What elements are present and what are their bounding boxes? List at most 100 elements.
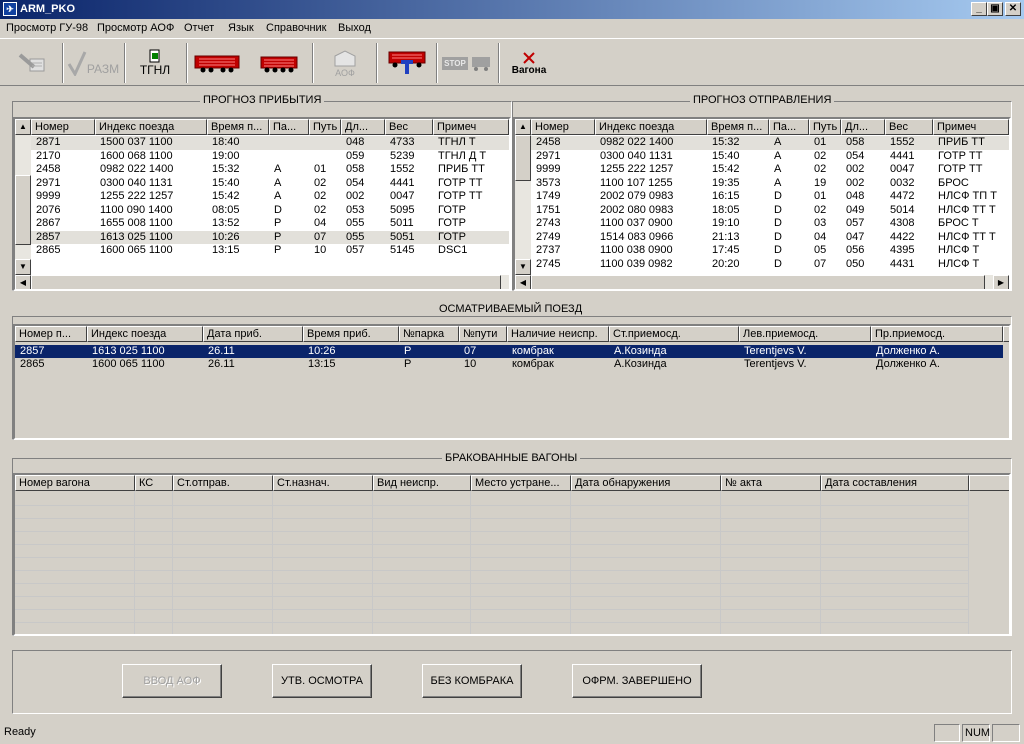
column-header[interactable]: Примеч — [433, 119, 509, 135]
table-row[interactable]: 2170 1600 068 1100 19:00 059 5239 ТГНЛ Д Т — [31, 150, 509, 164]
minimize-button[interactable]: _ — [971, 2, 987, 16]
column-header[interactable]: Наличие неиспр. — [507, 326, 609, 342]
table-cell: 1100 037 0900 — [600, 217, 673, 229]
column-header[interactable]: Индекс поезда — [595, 119, 707, 135]
table-cell: A — [274, 163, 282, 175]
column-header[interactable]: Дата обнаружения — [571, 475, 721, 491]
toolbar-aof-button[interactable]: АОФ — [318, 43, 372, 83]
table-row[interactable]: 2749 1514 083 0966 21:13 D 04 047 4422 НЛСФ ТТ … — [531, 231, 1009, 245]
column-header[interactable]: Номер вагона — [15, 475, 135, 491]
utv-osmotra-button[interactable]: УТВ. ОСМОТРА — [272, 664, 372, 698]
column-header[interactable]: Путь — [809, 119, 841, 135]
toolbar-razm-button[interactable]: РАЗМ — [66, 43, 120, 83]
column-header[interactable]: Ст.отправ. — [173, 475, 273, 491]
arrival-hscrollbar[interactable]: ◀ — [15, 275, 509, 289]
table-cell: 05 — [814, 244, 827, 256]
table-row[interactable]: 2458 0982 022 1400 15:32 A 01 058 1552 ПРИБ ТТ — [531, 136, 1009, 150]
toolbar-repair-button[interactable] — [380, 43, 434, 83]
table-row[interactable]: 2867 1655 008 1100 13:52 P 04 055 5011 ГОТР — [31, 217, 509, 231]
close-window-button[interactable]: ✕ — [1005, 2, 1021, 16]
table-row[interactable]: 2857 1613 025 1100 10:26 P 07 055 5051 ГОТР — [31, 230, 509, 244]
table-row[interactable]: 2745 1100 039 0982 20:20 D 07 050 4431 НЛСФ Т — [531, 258, 1009, 272]
departure-hscrollbar[interactable]: ◀ ▶ — [515, 275, 1009, 289]
scroll-right-arrow[interactable]: ▶ — [993, 275, 1009, 289]
table-cell: 04 — [314, 217, 327, 229]
scroll-left-arrow[interactable]: ◀ — [15, 275, 31, 289]
departure-vscrollbar[interactable]: ▲ ▼ — [515, 119, 531, 275]
column-header[interactable]: №парка — [399, 326, 459, 342]
scroll-thumb[interactable] — [15, 175, 31, 245]
column-header[interactable]: Дл... — [841, 119, 885, 135]
scroll-thumb[interactable] — [31, 275, 501, 289]
column-header[interactable]: № акта — [721, 475, 821, 491]
table-row[interactable]: 2971 0300 040 1131 15:40 A 02 054 4441 ГОТР ТТ — [531, 150, 1009, 164]
grid-line — [15, 609, 969, 610]
scroll-down-arrow[interactable]: ▼ — [15, 259, 31, 275]
column-header[interactable]: КС — [135, 475, 173, 491]
column-header[interactable]: Время п... — [207, 119, 269, 135]
menu-view-aof[interactable]: Просмотр АОФ — [97, 22, 174, 34]
scroll-up-arrow[interactable]: ▲ — [515, 119, 531, 135]
toolbar-train-all-button[interactable] — [190, 43, 244, 83]
column-header[interactable]: Номер — [31, 119, 95, 135]
column-header[interactable]: Па... — [269, 119, 309, 135]
column-header[interactable]: Пр.приемосд. — [871, 326, 1003, 342]
column-header[interactable]: Путь — [309, 119, 341, 135]
table-row[interactable]: 2857 1613 025 1100 26.11 10:26 P 07 комбрак А.К… — [15, 345, 1003, 358]
menu-report[interactable]: Отчет — [184, 22, 214, 34]
column-header[interactable]: Место устране... — [471, 475, 571, 491]
table-row[interactable]: 1751 2002 080 0983 18:05 D 02 049 5014 НЛСФ ТТ … — [531, 204, 1009, 218]
table-row[interactable]: 2458 0982 022 1400 15:32 A 01 058 1552 ПРИБ ТТ — [31, 163, 509, 177]
column-header[interactable]: Время приб. — [303, 326, 399, 342]
column-header[interactable]: Па... — [769, 119, 809, 135]
grid-line — [470, 491, 471, 634]
scroll-thumb[interactable] — [531, 275, 985, 289]
vvod-aof-button[interactable]: ВВОД АОФ — [122, 664, 222, 698]
scroll-down-arrow[interactable]: ▼ — [515, 259, 531, 275]
column-header[interactable]: Лев.приемосд. — [739, 326, 871, 342]
column-header[interactable]: Индекс поезда — [87, 326, 203, 342]
toolbar-edit-button[interactable] — [6, 43, 60, 83]
column-header[interactable]: Ст.приемосд. — [609, 326, 739, 342]
column-header[interactable]: Дата приб. — [203, 326, 303, 342]
toolbar-tgnl-button[interactable]: ТГНЛ — [128, 43, 182, 83]
scroll-thumb[interactable] — [515, 135, 531, 181]
column-header[interactable]: Вид неиспр. — [373, 475, 471, 491]
table-row[interactable]: 2971 0300 040 1131 15:40 A 02 054 4441 ГОТР ТТ — [31, 177, 509, 191]
table-row[interactable]: 3573 1100 107 1255 19:35 A 19 002 0032 БРОС — [531, 177, 1009, 191]
column-header[interactable]: №пути — [459, 326, 507, 342]
table-row[interactable]: 2743 1100 037 0900 19:10 D 03 057 4308 БРОС Т — [531, 217, 1009, 231]
menu-reference[interactable]: Справочник — [266, 22, 327, 34]
table-row[interactable]: 2865 1600 065 1100 13:15 P 10 057 5145 DSC1 — [31, 244, 509, 258]
table-row[interactable]: 1749 2002 079 0983 16:15 D 01 048 4472 НЛСФ ТП … — [531, 190, 1009, 204]
menu-language[interactable]: Язык — [228, 22, 254, 34]
arrival-vscrollbar[interactable]: ▲ ▼ — [15, 119, 31, 275]
column-header[interactable]: Дата составления — [821, 475, 969, 491]
column-header[interactable]: Примеч — [933, 119, 1009, 135]
column-header[interactable]: Номер п... — [15, 326, 87, 342]
column-header[interactable]: Номер — [531, 119, 595, 135]
table-row[interactable]: 2076 1100 090 1400 08:05 D 02 053 5095 ГОТР — [31, 204, 509, 218]
table-row[interactable]: 9999 1255 222 1257 15:42 A 02 002 0047 ГОТР ТТ — [531, 163, 1009, 177]
toolbar-stop-button[interactable]: STOP — [440, 43, 494, 83]
scroll-left-arrow[interactable]: ◀ — [515, 275, 531, 289]
column-header[interactable]: Дл... — [341, 119, 385, 135]
column-header[interactable]: Ст.назнач. — [273, 475, 373, 491]
bez-kombraka-button[interactable]: БЕЗ КОМБРАКА — [422, 664, 522, 698]
table-row[interactable]: 9999 1255 222 1257 15:42 A 02 002 0047 ГОТР ТТ — [31, 190, 509, 204]
menu-view-gu98[interactable]: Просмотр ГУ-98 — [6, 22, 88, 34]
menu-exit[interactable]: Выход — [338, 22, 371, 34]
column-header[interactable]: Вес — [885, 119, 933, 135]
scroll-up-arrow[interactable]: ▲ — [15, 119, 31, 135]
column-header[interactable]: Индекс поезда — [95, 119, 207, 135]
toolbar-wagon-button[interactable] — [252, 43, 306, 83]
table-row[interactable]: 2871 1500 037 1100 18:40 048 4733 ТГНЛ Т — [31, 136, 509, 150]
table-cell: 08:05 — [212, 203, 240, 216]
table-row[interactable]: 2865 1600 065 1100 26.11 13:15 P 10 комбрак А.К… — [15, 358, 1003, 371]
maximize-button[interactable]: ▣ — [987, 2, 1003, 16]
column-header[interactable]: Вес — [385, 119, 433, 135]
table-row[interactable]: 2737 1100 038 0900 17:45 D 05 056 4395 НЛСФ Т — [531, 244, 1009, 258]
toolbar-close-wagon-button[interactable]: Вагона — [502, 43, 556, 83]
column-header[interactable]: Время п... — [707, 119, 769, 135]
ofrm-zaversheno-button[interactable]: ОФРМ. ЗАВЕРШЕНО — [572, 664, 702, 698]
